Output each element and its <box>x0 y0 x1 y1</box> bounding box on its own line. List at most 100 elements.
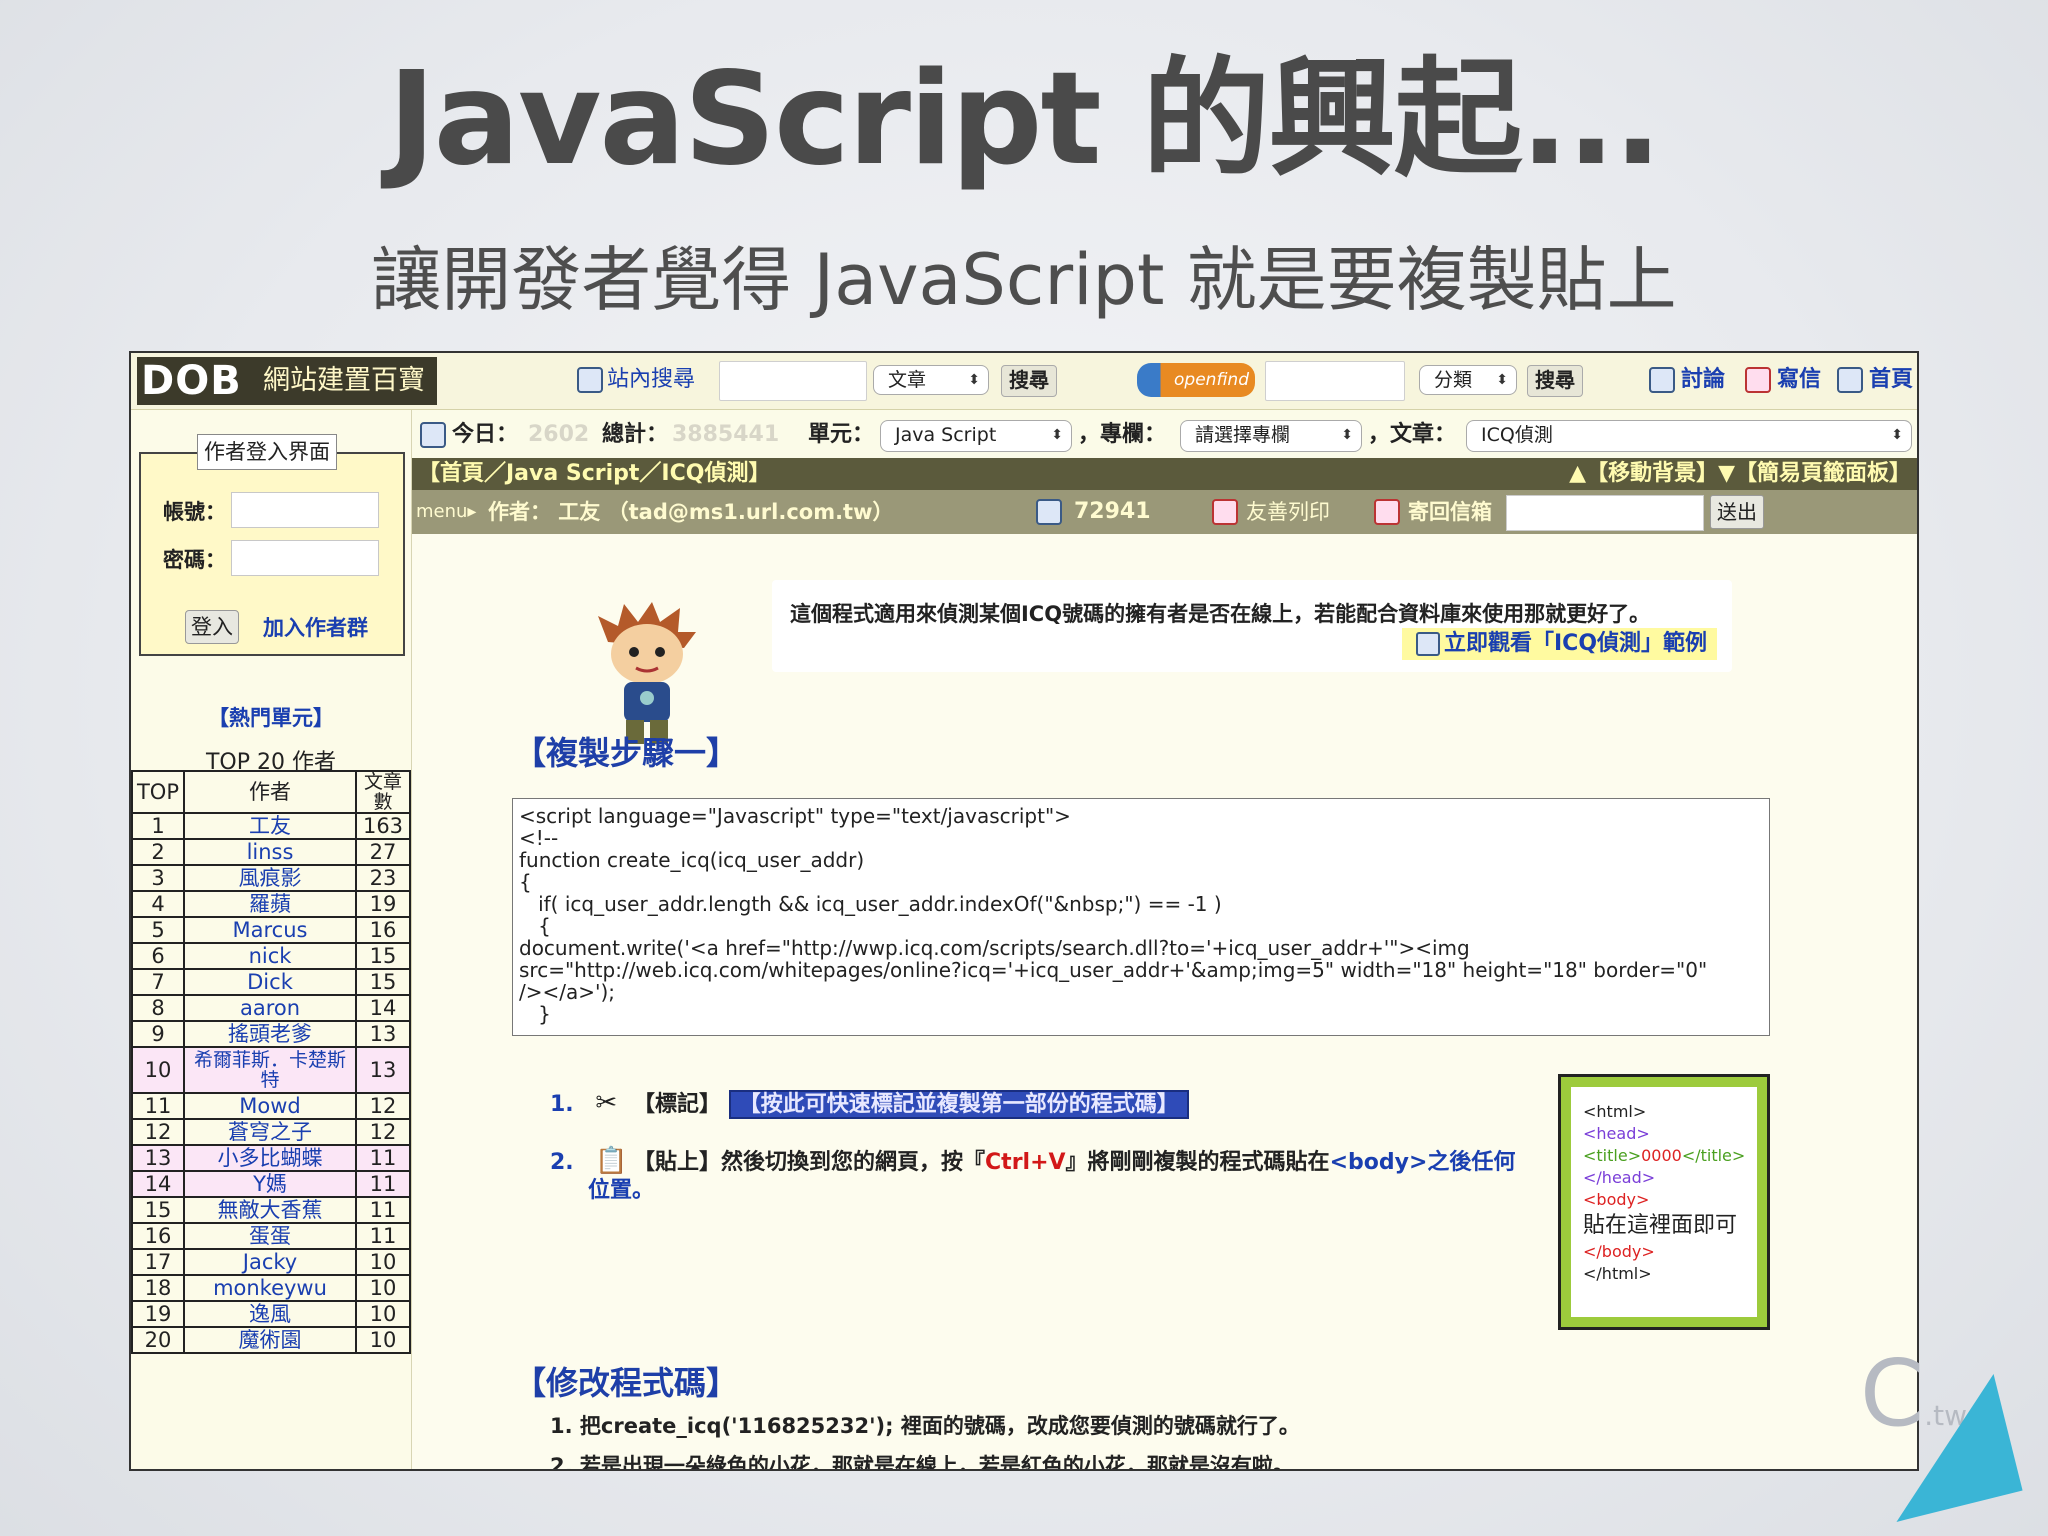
rank-number: 12 <box>131 1118 185 1146</box>
mail-input[interactable] <box>1506 495 1704 531</box>
unit-select[interactable]: Java Script ⬍ <box>880 420 1072 452</box>
today-label: 今日： <box>452 422 519 447</box>
table-row: 1 工友 163 <box>131 812 411 840</box>
stats-bar: 今日： 2602 總計： 3885441 單元： Java Script ⬍ ，專… <box>412 410 1917 458</box>
article-type-select[interactable]: 文章 ⬍ <box>873 365 989 395</box>
author-link[interactable]: linss <box>183 838 357 866</box>
author-link[interactable]: Dick <box>183 968 357 996</box>
author-link[interactable]: 小多比蝴蝶 <box>183 1144 357 1172</box>
article-count: 16 <box>355 916 411 944</box>
send-button[interactable]: 送出 <box>1710 495 1764 529</box>
article-count: 12 <box>355 1118 411 1146</box>
author-link[interactable]: 蒼穹之子 <box>183 1118 357 1146</box>
rank-number: 17 <box>131 1248 185 1276</box>
author-link[interactable]: 逸風 <box>183 1300 357 1328</box>
join-authors-link[interactable]: 加入作者群 <box>263 612 368 642</box>
openfind-search-button[interactable]: 搜尋 <box>1527 365 1583 397</box>
author-link[interactable]: 風痕影 <box>183 864 357 892</box>
table-row: 9 搖頭老爹 13 <box>131 1020 411 1048</box>
openfind-search-input[interactable] <box>1265 361 1405 401</box>
author-link[interactable]: 希爾菲斯．卡楚斯特 <box>183 1046 357 1094</box>
breadcrumb-bar: 【首頁／Java Script／ICQ偵測】 ▲【移動背景】▼【簡易頁籤面板】 <box>412 458 1917 490</box>
password-input[interactable] <box>231 540 379 576</box>
openfind-logo: openfind <box>1137 363 1255 397</box>
author-link[interactable]: Y媽 <box>183 1170 357 1198</box>
write-link[interactable]: 寫信 <box>1777 365 1821 395</box>
author-link[interactable]: 工友 <box>183 812 357 840</box>
rank-number: 3 <box>131 864 185 892</box>
author-link[interactable]: 魔術園 <box>183 1326 357 1354</box>
step-2-line2: 位置。 <box>588 1178 655 1203</box>
mark-copy-button[interactable]: 【按此可快速標記並複製第一部份的程式碼】 <box>728 1090 1189 1119</box>
rank-number: 11 <box>131 1092 185 1120</box>
breadcrumb[interactable]: 【首頁／Java Script／ICQ偵測】 <box>418 458 770 490</box>
views-icon <box>1036 499 1062 525</box>
select-arrow-icon: ⬍ <box>968 372 980 388</box>
site-search-label[interactable]: 站內搜尋 <box>607 365 695 395</box>
author-link[interactable]: monkeywu <box>183 1274 357 1302</box>
rank-number: 16 <box>131 1222 185 1250</box>
table-row: 8 aaron 14 <box>131 994 411 1022</box>
select-arrow-icon: ⬍ <box>1051 427 1063 443</box>
table-row: 6 nick 15 <box>131 942 411 970</box>
title-close-tag: </title> <box>1681 1146 1746 1165</box>
author-link[interactable]: aaron <box>183 994 357 1022</box>
login-button[interactable]: 登入 <box>185 610 239 644</box>
rank-number: 20 <box>131 1326 185 1354</box>
html-hint-box: <html> <head> <title>0000</title> </head… <box>1558 1074 1770 1330</box>
table-row: 2 linss 27 <box>131 838 411 866</box>
code-textarea[interactable]: <script language="Javascript" type="text… <box>512 798 1770 1036</box>
category-select[interactable]: 分類 ⬍ <box>1419 365 1517 395</box>
author-link[interactable]: nick <box>183 942 357 970</box>
home-link[interactable]: 首頁 <box>1869 365 1913 395</box>
hot-units-link[interactable]: 【熱門單元】 <box>131 702 411 732</box>
author-link[interactable]: 蛋蛋 <box>183 1222 357 1250</box>
login-legend: 作者登入界面 <box>197 434 337 470</box>
login-box: 作者登入界面 帳號： 密碼： 登入 加入作者群 <box>139 434 405 656</box>
column-value: 請選擇專欄 <box>1195 424 1291 446</box>
table-row: 4 羅蘋 19 <box>131 890 411 918</box>
author-link[interactable]: Marcus <box>183 916 357 944</box>
article-select[interactable]: ICQ偵測 ⬍ <box>1466 420 1912 452</box>
print-link[interactable]: 友善列印 <box>1246 490 1330 534</box>
author-link[interactable]: 羅蘋 <box>183 890 357 918</box>
print-icon <box>1212 499 1238 525</box>
table-row: 3 風痕影 23 <box>131 864 411 892</box>
rank-number: 6 <box>131 942 185 970</box>
author-link[interactable]: 搖頭老爹 <box>183 1020 357 1048</box>
author-link[interactable]: Mowd <box>183 1092 357 1120</box>
author-link[interactable]: 無敵大香蕉 <box>183 1196 357 1224</box>
paste-text: 』將剛剛複製的程式碼貼在 <box>1065 1150 1330 1175</box>
article-count: 15 <box>355 942 411 970</box>
select-arrow-icon: ⬍ <box>1341 427 1353 443</box>
account-label: 帳號： <box>163 500 226 524</box>
article-count: 13 <box>355 1046 411 1094</box>
demo-link[interactable]: 立即觀看「ICQ偵測」範例 <box>1402 628 1718 660</box>
table-row: 14 Y媽 11 <box>131 1170 411 1198</box>
site-search-input[interactable] <box>719 361 867 401</box>
article-count: 15 <box>355 968 411 996</box>
author-link[interactable]: Jacky <box>183 1248 357 1276</box>
site-logo[interactable]: DOB 網站建置百寶箱 <box>137 357 437 444</box>
discuss-link[interactable]: 討論 <box>1681 365 1725 395</box>
rank-number: 4 <box>131 890 185 918</box>
password-label: 密碼： <box>163 548 226 572</box>
unit-label: 單元： <box>808 422 875 447</box>
column-header: 作者 <box>183 770 357 814</box>
mail-icon <box>1745 367 1771 393</box>
head-close-tag: </head> <box>1583 1168 1656 1187</box>
category-value: 分類 <box>1434 369 1473 391</box>
html-close-tag: </html> <box>1583 1264 1652 1283</box>
search-icon <box>577 367 603 393</box>
rank-number: 15 <box>131 1196 185 1224</box>
article-type-value: 文章 <box>888 369 927 391</box>
menu-toggle[interactable]: menu▸ <box>416 490 476 534</box>
search-button[interactable]: 搜尋 <box>1001 365 1057 397</box>
rank-number: 14 <box>131 1170 185 1198</box>
breadcrumb-tools[interactable]: ▲【移動背景】▼【簡易頁籤面板】 <box>1569 458 1911 490</box>
table-row: 11 Mowd 12 <box>131 1092 411 1120</box>
column-select[interactable]: 請選擇專欄 ⬍ <box>1180 420 1362 452</box>
webpage-screenshot: DOB 網站建置百寶箱 站內搜尋 文章⬍ 搜尋 openfind 分類⬍ 搜尋 … <box>129 351 1919 1471</box>
account-input[interactable] <box>231 492 379 528</box>
article-count: 13 <box>355 1020 411 1048</box>
